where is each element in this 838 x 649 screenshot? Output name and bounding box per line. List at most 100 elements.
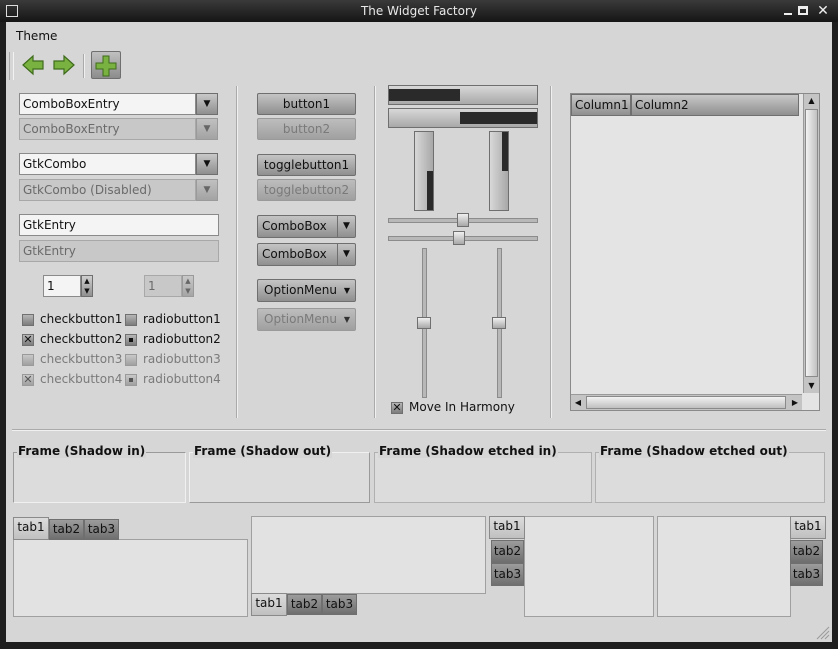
spin-button-arrows[interactable]: ▲ ▼ <box>81 275 93 297</box>
column-separator <box>374 86 376 418</box>
togglebutton1[interactable]: togglebutton1 <box>257 154 356 176</box>
gtkcombo-field[interactable]: GtkCombo <box>19 153 196 175</box>
radiobutton1-indicator[interactable] <box>125 314 137 326</box>
dropdown-arrow-icon: ▼ <box>343 249 350 259</box>
notebook-top-page <box>13 539 248 617</box>
frame-shadow-in-title: Frame (Shadow in) <box>17 444 147 458</box>
combobox2[interactable]: ComboBox ▼ <box>257 243 356 266</box>
column-header-2[interactable]: Column2 <box>631 94 799 116</box>
spin-up-icon[interactable]: ▲ <box>82 276 92 286</box>
radiobutton2-label[interactable]: radiobutton2 <box>143 332 221 346</box>
frame-shadow-etched-in <box>374 452 592 503</box>
notebook-top-tab2[interactable]: tab2 <box>49 519 84 540</box>
radiobutton4-label: radiobutton4 <box>143 372 221 386</box>
gtkentry-field[interactable]: GtkEntry <box>19 214 219 236</box>
window-title: The Widget Factory <box>360 4 478 18</box>
window-content: Theme ComboBoxEntry ▼ ComboBoxEntry ▼ Gt… <box>6 22 832 642</box>
scroll-up-arrow[interactable]: ▲ <box>804 94 819 108</box>
combobox1-arrow-button[interactable]: ▼ <box>337 216 355 237</box>
spin-button-disabled-arrows: ▲ ▼ <box>182 275 194 297</box>
toolbar <box>6 48 832 82</box>
horizontal-scrollbar[interactable]: ◀ ▶ <box>571 394 802 410</box>
comboboxentry-dropdown-button[interactable]: ▼ <box>196 93 218 115</box>
optionmenu2: OptionMenu ▼ <box>257 308 356 331</box>
slider-horizontal-1-handle[interactable] <box>457 213 469 227</box>
tree-view[interactable]: Column1 Column2 ▲ ▼ ◀ ▶ <box>570 93 820 411</box>
menu-theme[interactable]: Theme <box>16 29 57 43</box>
notebook-right-tab1[interactable]: tab1 <box>790 516 826 539</box>
go-forward-icon <box>53 54 75 76</box>
radiobutton1-label[interactable]: radiobutton1 <box>143 312 221 326</box>
notebook-top-tab3[interactable]: tab3 <box>84 519 119 540</box>
vertical-scrollbar[interactable]: ▲ ▼ <box>803 94 819 393</box>
combobox2-label: ComboBox <box>262 247 327 261</box>
comboboxentry-field[interactable]: ComboBoxEntry <box>19 93 196 115</box>
add-button[interactable] <box>91 51 121 79</box>
notebook-top-tab1[interactable]: tab1 <box>13 517 49 540</box>
combobox2-arrow-button[interactable]: ▼ <box>337 244 355 265</box>
slider-vertical-2-handle[interactable] <box>492 317 506 329</box>
column-separator <box>550 86 552 418</box>
checkbutton2-label[interactable]: checkbutton2 <box>40 332 122 346</box>
scroll-left-arrow[interactable]: ◀ <box>571 395 585 410</box>
optionmenu2-label: OptionMenu <box>264 312 337 326</box>
minimize-icon[interactable] <box>784 13 792 15</box>
notebook-right-tab3[interactable]: tab3 <box>790 563 823 586</box>
resize-grip-icon[interactable] <box>814 624 830 640</box>
combobox1-label: ComboBox <box>262 219 327 233</box>
notebook-bottom-tab3[interactable]: tab3 <box>322 594 357 615</box>
scrollbar-thumb[interactable] <box>805 109 818 377</box>
checkbutton1-label[interactable]: checkbutton1 <box>40 312 122 326</box>
back-button[interactable] <box>20 52 46 78</box>
comboboxentry-disabled-field: ComboBoxEntry <box>19 118 196 140</box>
button1[interactable]: button1 <box>257 93 356 115</box>
spin-down-icon[interactable]: ▼ <box>82 286 92 296</box>
frame-shadow-in <box>13 452 186 503</box>
spin-button-field[interactable]: 1 <box>43 275 81 297</box>
checkbutton4-box: ✕ <box>22 373 34 386</box>
gtkcombo-disabled-dropdown-button: ▼ <box>196 179 218 201</box>
scroll-right-arrow[interactable]: ▶ <box>788 395 802 410</box>
scroll-down-arrow[interactable]: ▼ <box>804 379 819 393</box>
frame-shadow-etched-out <box>595 452 825 503</box>
frame-shadow-etched-in-title: Frame (Shadow etched in) <box>378 444 558 458</box>
notebook-bottom-page <box>251 516 486 594</box>
move-in-harmony-label[interactable]: Move In Harmony <box>409 400 515 414</box>
move-in-harmony-checkbox[interactable]: ✕ <box>391 402 403 414</box>
close-icon[interactable]: ✕ <box>816 0 830 22</box>
checkbutton3-label: checkbutton3 <box>40 352 123 366</box>
notebook-right-page <box>657 516 791 617</box>
notebook-left-tab3[interactable]: tab3 <box>491 563 524 586</box>
notebook-left-tab1[interactable]: tab1 <box>489 516 525 539</box>
progress-fill <box>460 112 537 124</box>
scrollbar-thumb[interactable] <box>586 396 786 409</box>
toolbar-handle[interactable] <box>9 52 14 80</box>
forward-button[interactable] <box>51 52 77 78</box>
gtkcombo-dropdown-button[interactable]: ▼ <box>196 153 218 175</box>
slider-horizontal-2-handle[interactable] <box>452 231 465 245</box>
progress-fill <box>389 89 461 101</box>
window-menu-icon[interactable] <box>6 5 18 17</box>
radiobutton2-indicator[interactable] <box>125 334 137 346</box>
optionmenu1[interactable]: OptionMenu ▼ <box>257 279 356 302</box>
title-bar: The Widget Factory ✕ <box>0 0 838 22</box>
notebook-left-tab2[interactable]: tab2 <box>491 540 524 563</box>
slider-vertical-1-handle[interactable] <box>417 317 431 329</box>
notebook-bottom-tab2[interactable]: tab2 <box>287 594 322 615</box>
spin-up-icon: ▲ <box>185 277 191 285</box>
checkbutton1-box[interactable] <box>22 314 34 326</box>
column-separator <box>236 86 238 418</box>
plus-icon <box>95 55 117 77</box>
column-header-1[interactable]: Column1 <box>571 94 631 116</box>
radiobutton3-indicator <box>125 354 137 366</box>
progress-bar-vertical-2 <box>489 131 509 211</box>
combobox1[interactable]: ComboBox ▼ <box>257 215 356 238</box>
gtkcombo-disabled-field: GtkCombo (Disabled) <box>19 179 196 201</box>
frame-shadow-out <box>189 452 370 503</box>
checkbutton2-box[interactable]: ✕ <box>22 334 34 346</box>
notebook-right-tab2[interactable]: tab2 <box>790 540 823 563</box>
checkbutton4-label: checkbutton4 <box>40 372 123 386</box>
notebook-bottom-tab1[interactable]: tab1 <box>251 593 287 616</box>
maximize-icon[interactable] <box>798 6 808 15</box>
progress-bar-horizontal-1 <box>388 85 538 105</box>
